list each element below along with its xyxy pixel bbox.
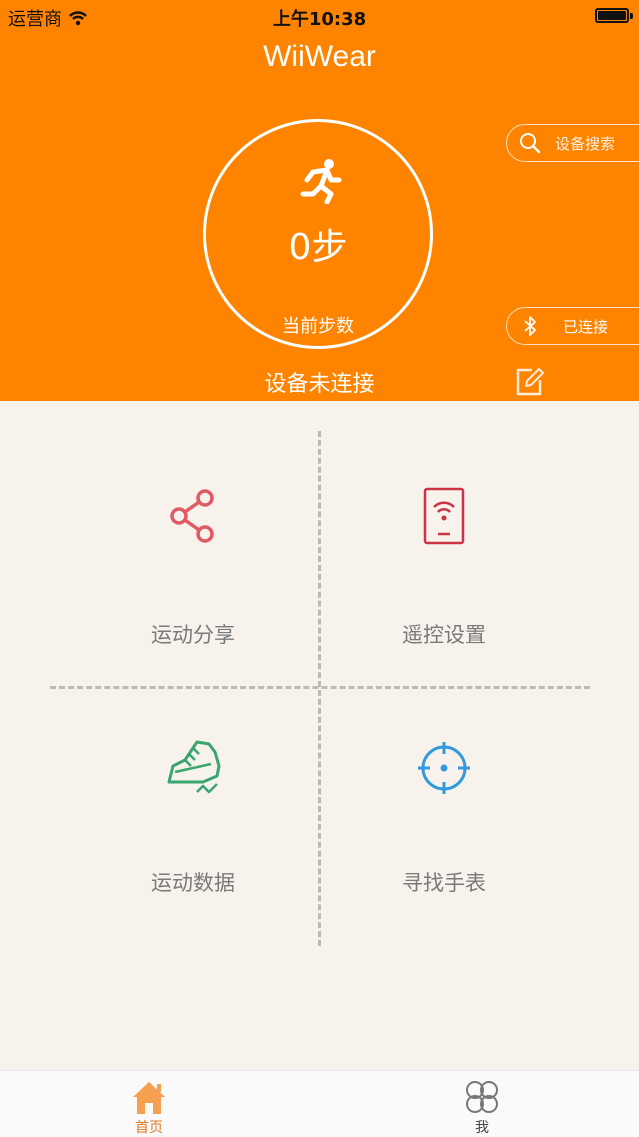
step-count: 0步 <box>288 227 348 268</box>
battery-tip <box>630 13 633 19</box>
feature-grid: 运动分享 遥控设置 运动数据 寻找手表 <box>0 401 639 1070</box>
remote-settings-label: 遥控设置 <box>402 623 486 647</box>
sport-share-label: 运动分享 <box>151 623 235 647</box>
status-time: 上午10:38 <box>272 9 367 30</box>
sport-data-label: 运动数据 <box>151 871 235 895</box>
bluetooth-status-button[interactable]: 已连接 <box>506 307 639 345</box>
remote-device-icon <box>423 487 465 545</box>
sport-data-tile[interactable]: 运动数据 <box>68 736 318 936</box>
device-search-label: 设备搜索 <box>555 134 616 153</box>
remote-settings-tile[interactable]: 遥控设置 <box>319 481 569 681</box>
sneaker-icon <box>167 740 221 794</box>
header: 运营商 上午10:38 WiiWear 0步 当前步数 设备搜索 已连接 设备未… <box>0 0 639 401</box>
step-counter: 0步 当前步数 <box>203 119 433 349</box>
clover-icon <box>466 1081 498 1113</box>
edit-icon[interactable] <box>514 366 544 396</box>
runner-icon <box>300 159 342 204</box>
share-icon <box>170 489 214 543</box>
search-icon <box>520 133 541 154</box>
device-search-button[interactable]: 设备搜索 <box>506 124 639 162</box>
find-watch-tile[interactable]: 寻找手表 <box>319 736 569 936</box>
tab-bar: 首页 我 <box>0 1070 639 1137</box>
grid-divider-horizontal <box>50 686 590 689</box>
status-bar: 运营商 上午10:38 <box>0 0 639 32</box>
battery-icon <box>595 8 629 23</box>
bluetooth-icon <box>524 316 536 336</box>
tab-home[interactable]: 首页 <box>99 1071 199 1137</box>
step-count-label: 当前步数 <box>282 316 354 337</box>
home-icon <box>133 1082 165 1114</box>
app-title: WiiWear <box>263 40 376 73</box>
tab-me[interactable]: 我 <box>432 1071 532 1137</box>
bluetooth-status-label: 已连接 <box>563 317 609 336</box>
tab-me-label: 我 <box>475 1120 489 1136</box>
sport-share-tile[interactable]: 运动分享 <box>68 481 318 681</box>
find-watch-label: 寻找手表 <box>402 871 486 895</box>
tab-home-label: 首页 <box>135 1120 163 1136</box>
crosshair-icon <box>418 742 470 794</box>
